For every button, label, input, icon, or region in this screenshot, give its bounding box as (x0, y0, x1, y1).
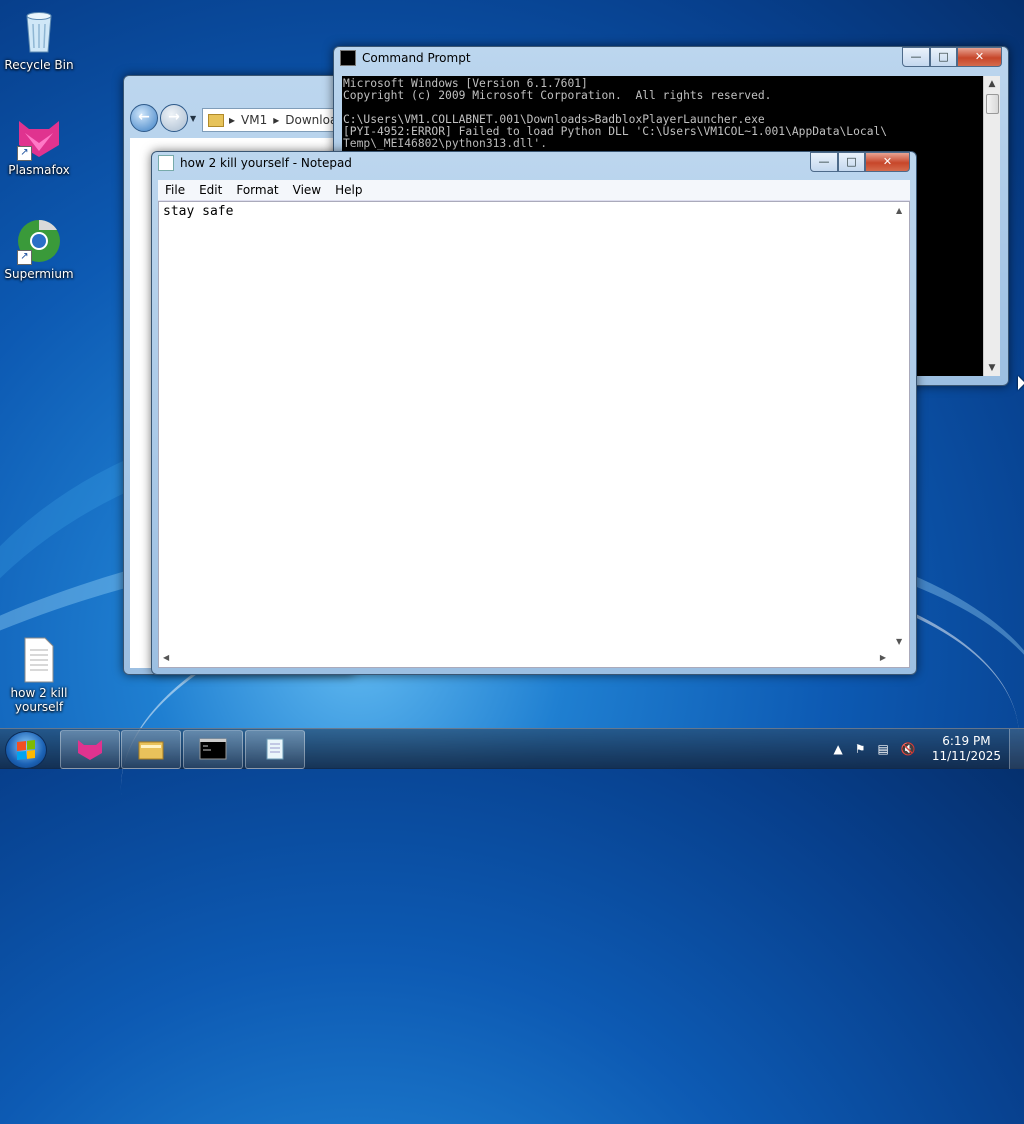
nav-buttons: ← → ▼ (130, 104, 196, 132)
scroll-up-icon[interactable]: ▲ (896, 206, 902, 215)
desktop-icon-label: Supermium (4, 267, 74, 281)
scroll-up-icon[interactable]: ▲ (984, 76, 1000, 92)
show-desktop-button[interactable] (1009, 729, 1024, 769)
breadcrumb-item[interactable]: VM1 (241, 113, 267, 127)
back-button[interactable]: ← (130, 104, 158, 132)
command-prompt-icon (199, 738, 227, 760)
supermium-icon: ↗ (15, 217, 63, 265)
address-bar[interactable]: ▸ VM1 ▸ Downloa (202, 108, 354, 132)
action-center-flag-icon[interactable]: ⚑ (855, 742, 866, 756)
titlebar[interactable]: how 2 kill yourself - Notepad (152, 152, 916, 174)
start-button[interactable] (5, 731, 47, 769)
taskbar-button-plasmafox[interactable] (60, 730, 120, 769)
taskbar-button-command-prompt[interactable] (183, 730, 243, 769)
vertical-scrollbar[interactable]: ▲ ▼ (892, 202, 909, 650)
desktop-icon-supermium[interactable]: ↗ Supermium (1, 217, 77, 281)
breadcrumb-separator-icon: ▸ (229, 113, 236, 127)
caption-buttons: — □ ✕ (810, 152, 910, 172)
folder-icon (208, 113, 224, 127)
file-explorer-icon (138, 741, 164, 760)
horizontal-scrollbar[interactable]: ◀ ▶ (159, 650, 892, 667)
menu-edit[interactable]: Edit (192, 183, 229, 197)
shortcut-arrow-icon: ↗ (17, 250, 32, 265)
mouse-cursor-icon (1018, 376, 1024, 390)
window-title: how 2 kill yourself - Notepad (180, 156, 352, 170)
recycle-bin-icon (15, 8, 63, 56)
show-hidden-icons-icon[interactable]: ▲ (834, 742, 843, 756)
text-editor[interactable]: stay safe ▲ ▼ ◀ ▶ (158, 201, 910, 668)
clock-date: 11/11/2025 (931, 749, 1001, 763)
menu-file[interactable]: File (158, 183, 192, 197)
command-prompt-icon (340, 50, 356, 66)
vertical-scrollbar[interactable]: ▲ ▼ (983, 76, 1000, 376)
scroll-thumb[interactable] (986, 94, 999, 114)
desktop-icon-plasmafox[interactable]: ↗ Plasmafox (1, 113, 77, 177)
taskbar-button-explorer[interactable] (121, 730, 181, 769)
minimize-button[interactable]: — (810, 152, 838, 172)
recent-pages-dropdown-icon[interactable]: ▼ (190, 114, 196, 123)
menu-help[interactable]: Help (328, 183, 369, 197)
maximize-button[interactable]: □ (838, 152, 865, 172)
system-tray: ▲ ⚑ ▤ 🔇 6:19 PM 11/11/2025 (828, 729, 1024, 769)
notepad-icon (266, 738, 284, 760)
window-title: Command Prompt (362, 51, 471, 65)
windows-logo-icon (17, 740, 35, 760)
text-file-icon (15, 636, 63, 684)
desktop-icon-text-file[interactable]: how 2 kill yourself (1, 636, 77, 714)
breadcrumb-separator-icon: ▸ (273, 113, 280, 127)
close-button[interactable]: ✕ (865, 152, 910, 172)
scroll-down-icon[interactable]: ▼ (896, 637, 902, 646)
menu-view[interactable]: View (286, 183, 328, 197)
clock[interactable]: 6:19 PM 11/11/2025 (932, 734, 1001, 764)
volume-muted-icon[interactable]: 🔇 (901, 742, 916, 756)
taskbar: ▲ ⚑ ▤ 🔇 6:19 PM 11/11/2025 (0, 728, 1024, 769)
maximize-button[interactable]: □ (930, 47, 957, 67)
desktop-icon-label: how 2 kill yourself (10, 686, 68, 714)
notepad-icon (158, 155, 174, 171)
plasmafox-icon (78, 740, 102, 760)
clock-time: 6:19 PM (942, 734, 991, 748)
desktop-icon-label: Plasmafox (8, 163, 70, 177)
taskbar-button-notepad[interactable] (245, 730, 305, 769)
notepad-window[interactable]: how 2 kill yourself - Notepad — □ ✕ File… (151, 151, 917, 675)
forward-button[interactable]: → (160, 104, 188, 132)
scroll-left-icon[interactable]: ◀ (163, 653, 169, 662)
desktop-icon-label: Recycle Bin (4, 58, 74, 72)
network-icon[interactable]: ▤ (878, 742, 889, 756)
desktop-icon-recycle-bin[interactable]: Recycle Bin (1, 8, 77, 72)
breadcrumb-item[interactable]: Downloa (285, 113, 337, 127)
document-text[interactable]: stay safe (163, 204, 233, 219)
menu-format[interactable]: Format (229, 183, 285, 197)
scroll-down-icon[interactable]: ▼ (984, 360, 1000, 376)
close-button[interactable]: ✕ (957, 47, 1002, 67)
plasmafox-icon: ↗ (15, 113, 63, 161)
menu-bar: File Edit Format View Help (158, 180, 910, 201)
scroll-right-icon[interactable]: ▶ (880, 653, 886, 662)
shortcut-arrow-icon: ↗ (17, 146, 32, 161)
console-text: Microsoft Windows [Version 6.1.7601] Cop… (343, 77, 888, 150)
caption-buttons: — □ ✕ (902, 47, 1002, 67)
minimize-button[interactable]: — (902, 47, 930, 67)
